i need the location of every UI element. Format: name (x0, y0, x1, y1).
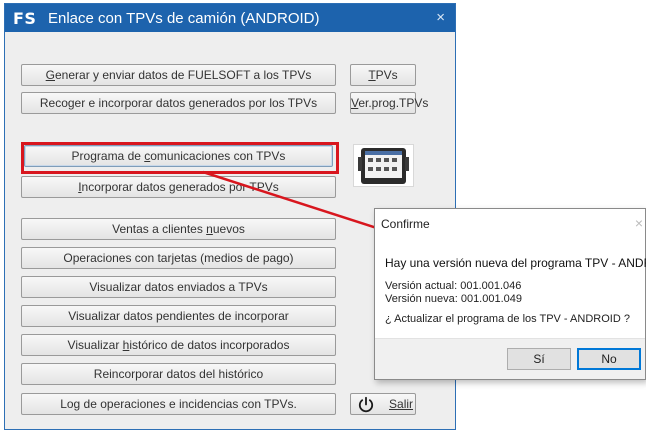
card-operations-button[interactable]: Operaciones con tarjetas (medios de pago… (21, 247, 336, 269)
view-pending-data-button[interactable]: Visualizar datos pendientes de incorpora… (21, 305, 336, 327)
view-history-button[interactable]: Visualizar histórico de datos incorporad… (21, 334, 336, 356)
title-bar: FS Enlace con TPVs de camión (ANDROID) × (5, 4, 455, 32)
tpvs-button[interactable]: TPVs (350, 64, 416, 86)
incorporate-data-button[interactable]: Incorporar datos generados por TPVs (21, 176, 336, 198)
dialog-question: ¿ Actualizar el programa de los TPV - AN… (385, 313, 630, 325)
view-program-tpvs-button[interactable]: Ver.prog.TPVs (350, 92, 428, 114)
reincorporate-history-button[interactable]: Reincorporar datos del histórico (21, 363, 336, 385)
close-icon[interactable]: × (436, 9, 445, 26)
power-icon (357, 396, 375, 420)
window-title: Enlace con TPVs de camión (ANDROID) (48, 10, 320, 27)
new-version-text: Versión nueva: 001.001.049 (385, 293, 523, 305)
generate-send-button[interactable]: Generar y enviar datos de FUELSOFT a los… (21, 64, 336, 86)
dialog-close-icon[interactable]: × (635, 215, 643, 231)
dialog-title: Confirme (381, 217, 430, 231)
app-logo: FS (13, 9, 37, 28)
dialog-footer: Sí No (375, 338, 645, 379)
current-version-text: Versión actual: 001.001.046 (385, 280, 522, 292)
view-sent-data-button[interactable]: Visualizar datos enviados a TPVs (21, 276, 336, 298)
yes-button[interactable]: Sí (507, 348, 571, 370)
dialog-message: Hay una versión nueva del programa TPV -… (385, 256, 646, 270)
new-customer-sales-button[interactable]: Ventas a clientes nuevos (21, 218, 336, 240)
highlight-frame (21, 142, 339, 174)
collect-incorporate-button[interactable]: Recoger e incorporar datos generados por… (21, 92, 336, 114)
no-button[interactable]: No (577, 348, 641, 370)
exit-button[interactable]: Salir (350, 393, 416, 415)
confirm-dialog: Confirme × Hay una versión nueva del pro… (374, 208, 646, 380)
operations-log-button[interactable]: Log de operaciones e incidencias con TPV… (21, 393, 336, 415)
tablet-icon (353, 144, 414, 187)
